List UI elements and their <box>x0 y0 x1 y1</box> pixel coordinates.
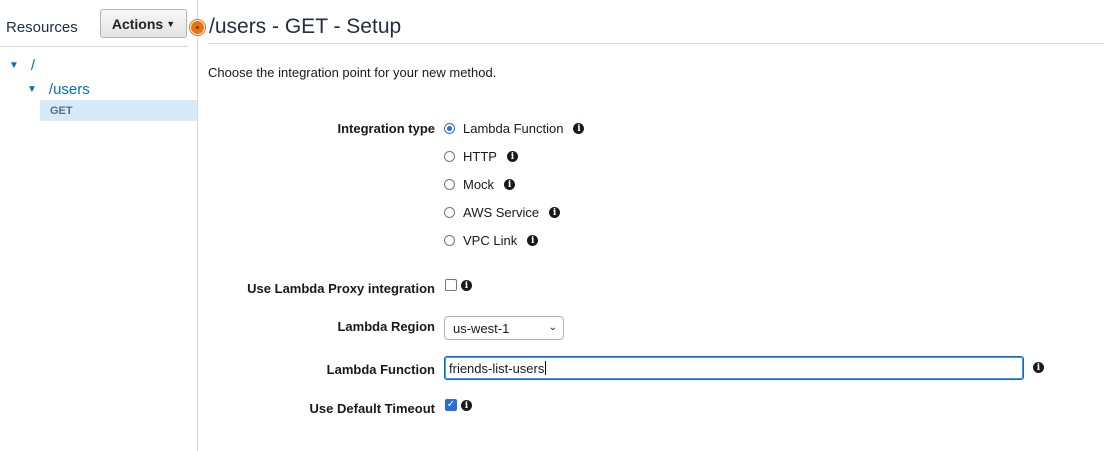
lambda-region-select[interactable]: us-west-1 ⌄ <box>444 316 564 340</box>
caret-down-icon: ▼ <box>166 18 176 29</box>
text-cursor <box>545 361 547 375</box>
tree-item-users[interactable]: ▼ /users <box>27 81 90 98</box>
actions-button[interactable]: Actions ▼ <box>100 9 187 38</box>
radio-label: AWS Service <box>463 205 540 220</box>
resources-sidebar: Resources Actions ▼ ▼ / ▼ /users GET <box>0 0 198 451</box>
chevron-down-icon: ⌄ <box>548 322 557 333</box>
radio-label: HTTP <box>463 149 497 164</box>
actions-button-label: Actions <box>111 15 164 32</box>
info-icon[interactable]: i <box>461 280 472 291</box>
lambda-function-value: friends-list-users <box>449 360 545 376</box>
radio-lambda-function[interactable]: Lambda Function i <box>444 121 585 136</box>
lambda-region-label: Lambda Region <box>337 319 435 334</box>
info-icon[interactable]: i <box>549 207 561 218</box>
proxy-integration-checkbox[interactable] <box>445 279 457 291</box>
default-timeout-checkbox[interactable]: ✓ <box>445 399 457 411</box>
expand-triangle-icon[interactable]: ▼ <box>9 60 19 71</box>
radio-label: VPC Link <box>463 233 518 248</box>
info-icon[interactable]: i <box>1033 362 1044 373</box>
info-icon[interactable]: i <box>461 400 472 411</box>
info-icon[interactable]: i <box>504 179 516 190</box>
resize-handle-icon[interactable] <box>190 20 205 35</box>
tree-item-get[interactable]: GET <box>40 100 197 121</box>
tree-item-get-label: GET <box>50 104 73 117</box>
lambda-function-input[interactable]: friends-list-users <box>444 356 1024 380</box>
resources-title: Resources <box>6 19 78 36</box>
tree-item-users-label: /users <box>48 81 90 98</box>
tree-item-root[interactable]: ▼ / <box>9 57 35 74</box>
intro-text: Choose the integration point for your ne… <box>208 65 497 80</box>
tree-item-root-label: / <box>30 57 36 74</box>
proxy-integration-label: Use Lambda Proxy integration <box>247 281 435 296</box>
info-icon[interactable]: i <box>506 151 518 162</box>
radio-button[interactable] <box>444 207 455 218</box>
radio-label: Mock <box>463 177 495 192</box>
header-divider <box>208 43 1104 44</box>
radio-button[interactable] <box>444 179 455 190</box>
expand-triangle-icon[interactable]: ▼ <box>27 84 37 95</box>
info-icon[interactable]: i <box>573 123 585 134</box>
radio-http[interactable]: HTTP i <box>444 149 518 164</box>
lambda-function-label: Lambda Function <box>326 362 435 377</box>
radio-button[interactable] <box>444 151 455 162</box>
lambda-region-value: us-west-1 <box>453 320 510 336</box>
radio-label: Lambda Function <box>463 121 564 136</box>
radio-button[interactable] <box>444 235 455 246</box>
info-icon[interactable]: i <box>527 235 539 246</box>
radio-vpc-link[interactable]: VPC Link i <box>444 233 539 248</box>
sidebar-divider <box>0 46 188 47</box>
radio-button-checked[interactable] <box>444 123 455 134</box>
radio-aws-service[interactable]: AWS Service i <box>444 205 561 220</box>
default-timeout-label: Use Default Timeout <box>309 401 435 416</box>
radio-mock[interactable]: Mock i <box>444 177 516 192</box>
page-title: /users - GET - Setup <box>209 15 402 38</box>
integration-type-label: Integration type <box>337 121 435 136</box>
